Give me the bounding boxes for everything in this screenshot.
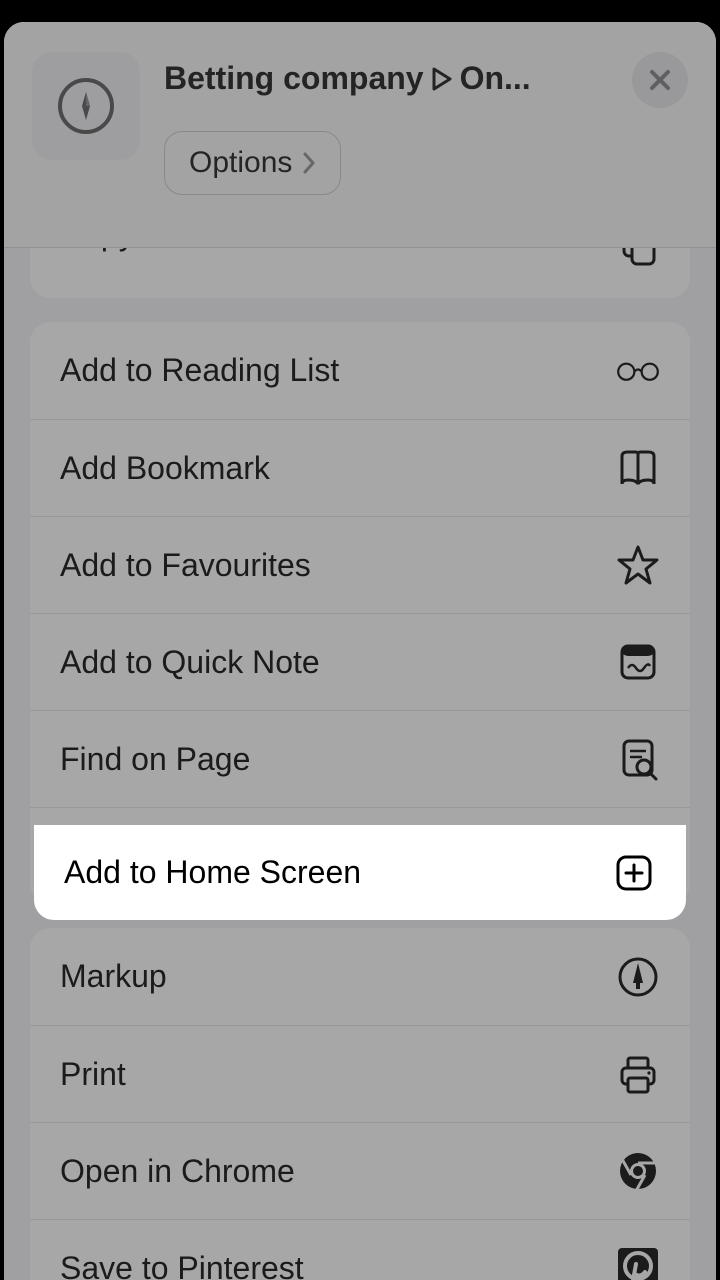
action-label: Find on Page — [60, 741, 250, 778]
copy-icon — [616, 248, 660, 266]
action-save-pinterest[interactable]: Save to Pinterest — [30, 1219, 690, 1280]
close-icon — [647, 67, 673, 93]
action-open-chrome[interactable]: Open in Chrome — [30, 1122, 690, 1219]
action-label: Add to Home Screen — [64, 854, 361, 891]
action-find-on-page[interactable]: Find on Page — [30, 710, 690, 807]
options-label: Options — [189, 146, 292, 180]
action-markup[interactable]: Markup — [30, 928, 690, 1025]
chevron-right-icon — [302, 152, 316, 174]
action-label: Open in Chrome — [60, 1153, 295, 1190]
quicknote-icon — [616, 640, 660, 684]
action-add-favourites[interactable]: Add to Favourites — [30, 516, 690, 613]
options-button[interactable]: Options — [164, 131, 341, 195]
book-icon — [616, 446, 660, 490]
close-button[interactable] — [632, 52, 688, 108]
action-label: Add to Reading List — [60, 352, 339, 389]
share-header: Betting company On... Options — [4, 22, 716, 248]
action-copy[interactable]: Copy — [30, 248, 690, 298]
pinterest-icon — [616, 1246, 660, 1280]
action-group-page: Add to Reading List Add Bookmark Add to … — [30, 322, 690, 904]
action-label: Add to Quick Note — [60, 644, 320, 681]
action-label: Copy — [60, 248, 135, 253]
action-add-bookmark[interactable]: Add Bookmark — [30, 419, 690, 516]
page-title: Betting company On... — [164, 60, 688, 97]
action-reading-list[interactable]: Add to Reading List — [30, 322, 690, 419]
plus-square-icon — [612, 851, 656, 895]
title-prefix: Betting company — [164, 60, 424, 97]
action-quick-note[interactable]: Add to Quick Note — [30, 613, 690, 710]
action-add-home-screen-highlight[interactable]: Add to Home Screen — [34, 825, 686, 920]
chrome-icon — [616, 1149, 660, 1193]
play-triangle-icon — [432, 67, 452, 91]
action-label: Save to Pinterest — [60, 1250, 304, 1280]
action-print[interactable]: Print — [30, 1025, 690, 1122]
action-group-copy: Copy — [30, 248, 690, 298]
glasses-icon — [616, 349, 660, 393]
action-label: Add Bookmark — [60, 450, 270, 487]
action-label: Print — [60, 1056, 126, 1093]
title-suffix: On... — [460, 60, 531, 97]
site-icon — [32, 52, 140, 160]
action-label: Markup — [60, 958, 167, 995]
share-sheet: Betting company On... Options Copy — [4, 22, 716, 1280]
action-group-apps: Markup Print Open in Chrome Save to Pint… — [30, 928, 690, 1280]
star-icon — [616, 543, 660, 587]
action-label: Add to Favourites — [60, 547, 311, 584]
markup-icon — [616, 955, 660, 999]
find-icon — [616, 737, 660, 781]
actions-scroll[interactable]: Copy Add to Reading List Add Bookmark — [4, 248, 716, 1280]
printer-icon — [616, 1052, 660, 1096]
safari-icon — [58, 78, 114, 134]
